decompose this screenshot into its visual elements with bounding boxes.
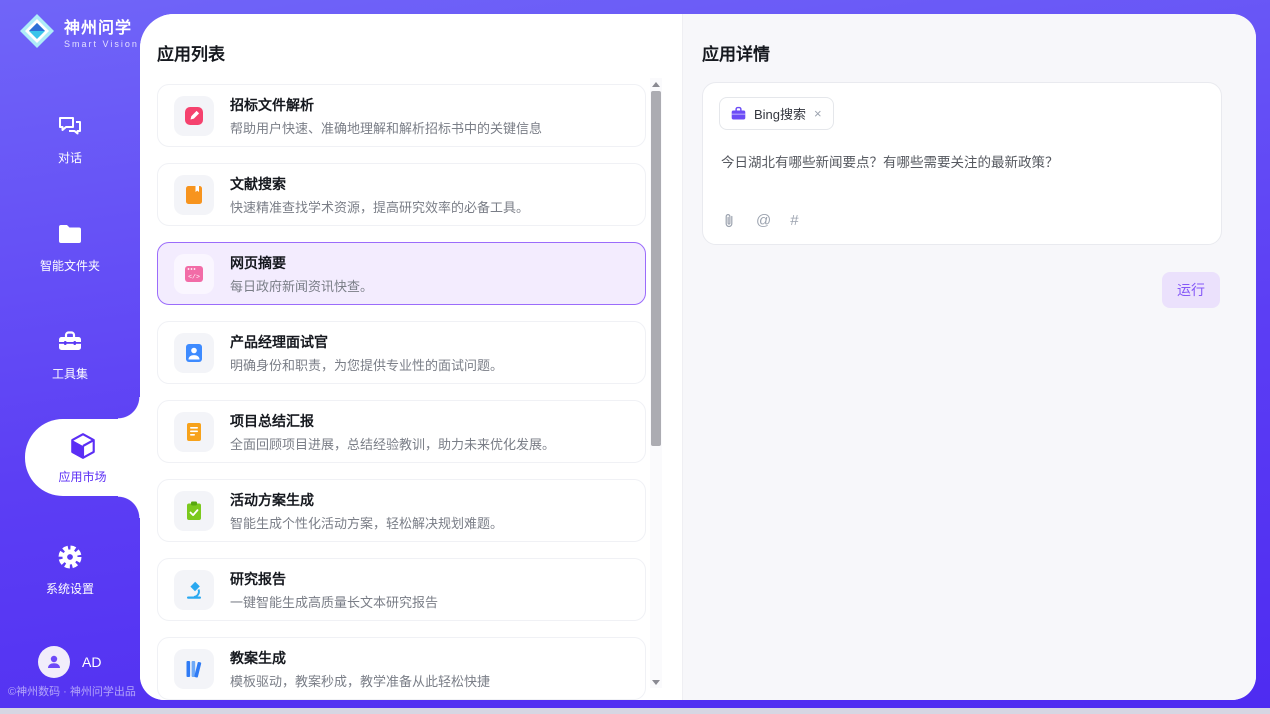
active-tab-curve-bottom	[118, 496, 140, 518]
app-desc: 全面回顾项目进展，总结经验教训，助力未来优化发展。	[230, 434, 555, 453]
app-desc: 智能生成个性化活动方案，轻松解决规划难题。	[230, 513, 503, 532]
app-desc: 明确身份和职责，为您提供专业性的面试问题。	[230, 355, 503, 374]
app-item-pm-interviewer[interactable]: 产品经理面试官 明确身份和职责，为您提供专业性的面试问题。	[157, 321, 646, 384]
app-list-panel: 应用列表 招标文件解析 帮助用户快速、准确地理解和解析招标书中的关键信息	[140, 14, 683, 700]
app-title: 教案生成	[230, 648, 490, 668]
app-desc: 一键智能生成高质量长文本研究报告	[230, 592, 438, 611]
sidebar-item-chat[interactable]: 对话	[0, 112, 140, 166]
sidebar-item-label: 智能文件夹	[0, 257, 140, 274]
sidebar-item-smart-folder[interactable]: 智能文件夹	[0, 220, 140, 274]
sidebar-item-label: 工具集	[0, 365, 140, 382]
tool-chip-bing-search[interactable]: Bing搜索 ×	[719, 97, 834, 130]
toolbox-icon	[56, 328, 84, 356]
app-title: 招标文件解析	[230, 95, 542, 115]
briefcase-icon	[730, 105, 747, 122]
app-title: 产品经理面试官	[230, 332, 503, 352]
brand-subtitle: Smart Vision	[64, 39, 139, 49]
app-title: 项目总结汇报	[230, 411, 555, 431]
app-list-scrollbar[interactable]	[650, 78, 662, 688]
app-list-title: 应用列表	[157, 40, 225, 65]
clipboard-check-icon	[174, 491, 214, 531]
active-tab-curve-top	[118, 397, 140, 419]
app-item-event-plan[interactable]: 活动方案生成 智能生成个性化活动方案，轻松解决规划难题。	[157, 479, 646, 542]
folder-icon	[56, 220, 84, 248]
sidebar-item-label: 对话	[0, 149, 140, 166]
sidebar-item-label: 系统设置	[0, 580, 140, 597]
person-icon	[45, 653, 63, 671]
sidebar-item-label: 应用市场	[25, 468, 140, 485]
chat-icon	[56, 112, 84, 140]
book-icon	[174, 175, 214, 215]
app-title: 研究报告	[230, 569, 438, 589]
avatar	[38, 646, 70, 678]
sidebar-item-toolset[interactable]: 工具集	[0, 328, 140, 382]
prompt-card: Bing搜索 × 今日湖北有哪些新闻要点？有哪些需要关注的最新政策？ @ #	[702, 82, 1222, 245]
main-content: 应用列表 招标文件解析 帮助用户快速、准确地理解和解析招标书中的关键信息	[140, 14, 1256, 700]
hash-icon[interactable]: #	[790, 212, 798, 229]
brand-name: 神州问学	[64, 14, 139, 38]
input-toolbar: @ #	[721, 212, 799, 229]
app-list: 招标文件解析 帮助用户快速、准确地理解和解析招标书中的关键信息 文献搜索 快速精…	[157, 84, 646, 700]
app-desc: 帮助用户快速、准确地理解和解析招标书中的关键信息	[230, 118, 542, 137]
app-title: 文献搜索	[230, 174, 529, 194]
tool-chip-label: Bing搜索	[754, 104, 806, 123]
app-item-web-summary[interactable]: </> 网页摘要 每日政府新闻资讯快查。	[157, 242, 646, 305]
copyright-footer: ©神州数码 · 神州问学出品	[8, 683, 136, 699]
scrollbar-thumb[interactable]	[651, 91, 661, 446]
report-doc-icon	[174, 412, 214, 452]
app-desc: 模板驱动，教案秒成，教学准备从此轻松快捷	[230, 671, 490, 690]
chip-close-icon[interactable]: ×	[813, 107, 823, 120]
microscope-icon	[174, 570, 214, 610]
diamond-logo-icon	[18, 12, 56, 50]
svg-text:</>: </>	[188, 273, 200, 280]
app-title: 网页摘要	[230, 253, 373, 273]
cube-icon	[68, 431, 98, 461]
brand-logo: 神州问学 Smart Vision	[18, 12, 139, 50]
user-initials: AD	[82, 654, 101, 670]
paperclip-icon[interactable]	[721, 212, 737, 229]
at-mention-icon[interactable]: @	[756, 212, 771, 229]
scroll-down-icon[interactable]	[650, 676, 662, 688]
run-button[interactable]: 运行	[1162, 272, 1220, 308]
app-desc: 快速精准查找学术资源，提高研究效率的必备工具。	[230, 197, 529, 216]
sidebar-item-app-market[interactable]: 应用市场	[25, 419, 140, 496]
app-detail-title: 应用详情	[702, 40, 770, 65]
sidebar-item-settings[interactable]: 系统设置	[0, 543, 140, 597]
sidebar: 神州问学 Smart Vision 对话 智能文件夹 工具集	[0, 0, 140, 714]
app-desc: 每日政府新闻资讯快查。	[230, 276, 373, 295]
bottom-edge-strip	[0, 708, 1270, 714]
query-text[interactable]: 今日湖北有哪些新闻要点？有哪些需要关注的最新政策？	[721, 151, 1203, 171]
interviewer-icon	[174, 333, 214, 373]
app-item-bid-analysis[interactable]: 招标文件解析 帮助用户快速、准确地理解和解析招标书中的关键信息	[157, 84, 646, 147]
app-title: 活动方案生成	[230, 490, 503, 510]
app-item-research-report[interactable]: 研究报告 一键智能生成高质量长文本研究报告	[157, 558, 646, 621]
app-item-lesson-plan[interactable]: 教案生成 模板驱动，教案秒成，教学准备从此轻松快捷	[157, 637, 646, 700]
gear-icon	[56, 543, 84, 571]
app-item-literature-search[interactable]: 文献搜索 快速精准查找学术资源，提高研究效率的必备工具。	[157, 163, 646, 226]
scroll-up-icon[interactable]	[650, 78, 662, 90]
bid-document-icon	[174, 96, 214, 136]
app-item-project-summary[interactable]: 项目总结汇报 全面回顾项目进展，总结经验教训，助力未来优化发展。	[157, 400, 646, 463]
webpage-icon: </>	[174, 254, 214, 294]
app-detail-panel: 应用详情 Bing搜索 × 今日湖北有哪些新闻要点？有哪些需要关注的最新政策？ …	[683, 14, 1256, 700]
user-account[interactable]: AD	[38, 646, 101, 678]
books-icon	[174, 649, 214, 689]
